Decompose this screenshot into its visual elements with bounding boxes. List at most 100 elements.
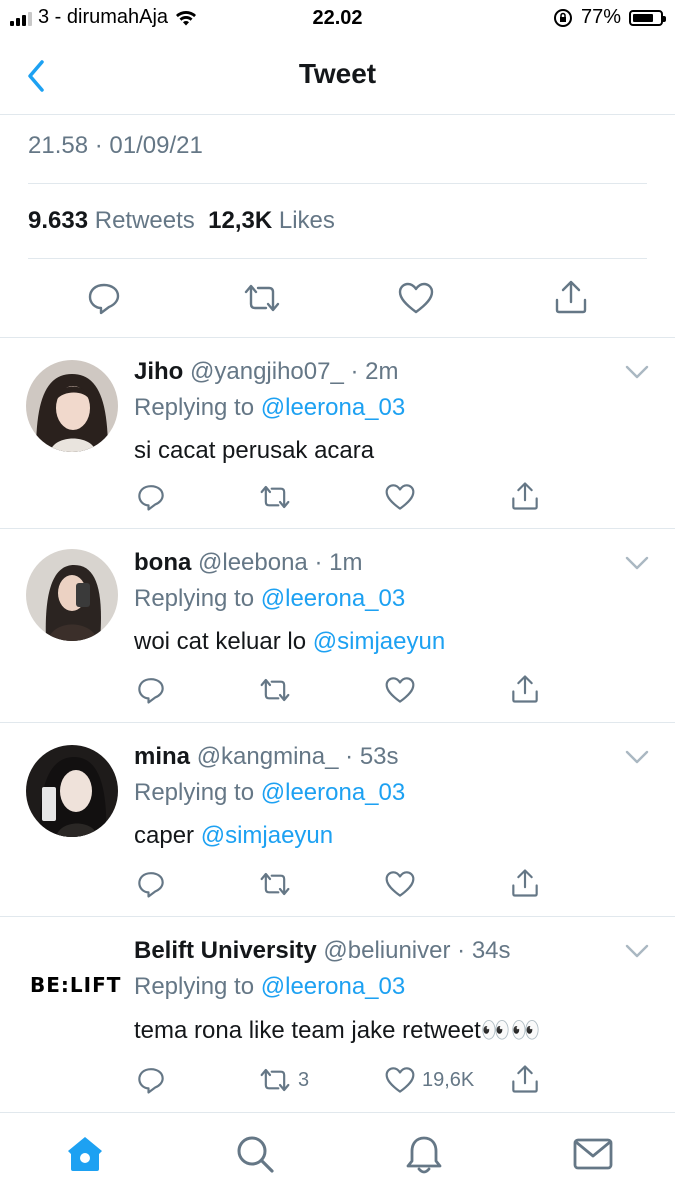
retweet-icon[interactable] <box>242 280 282 316</box>
retweet-label[interactable]: Retweets <box>95 207 195 234</box>
replying-label: Replying to <box>134 779 255 806</box>
separator: · <box>345 743 354 770</box>
like-icon[interactable] <box>384 869 416 899</box>
replying-mention[interactable]: @leerona_03 <box>261 973 405 1000</box>
chevron-down-icon[interactable] <box>625 364 649 380</box>
display-name[interactable]: mina <box>134 743 190 770</box>
share-action[interactable] <box>510 867 540 899</box>
time-ago: 1m <box>329 549 363 576</box>
like-icon[interactable] <box>384 675 416 705</box>
home-icon[interactable] <box>64 1133 106 1175</box>
reply-text-content: woi cat keluar lo <box>134 628 313 655</box>
reply-icon[interactable] <box>136 675 166 705</box>
retweet-action[interactable] <box>258 482 292 512</box>
display-name[interactable]: bona <box>134 549 191 576</box>
reply-action[interactable] <box>136 482 166 512</box>
body-mention[interactable]: @simjaeyun <box>201 822 333 849</box>
like-count: 19,6K <box>422 1068 475 1091</box>
avatar-photo <box>26 745 118 837</box>
retweet-count: 3 <box>298 1068 310 1091</box>
like-action[interactable]: 19,6K <box>384 1065 474 1095</box>
user-handle[interactable]: @leebona <box>198 549 308 576</box>
replying-label: Replying to <box>134 973 255 1000</box>
like-count[interactable]: 12,3K <box>208 207 272 234</box>
retweet-icon[interactable] <box>258 869 292 899</box>
belift-logo[interactable]: BE:LIFT <box>30 973 121 997</box>
replying-mention[interactable]: @leerona_03 <box>261 779 405 806</box>
nav-bar: Tweet <box>0 38 675 115</box>
share-action[interactable] <box>510 1063 540 1095</box>
replying-to: Replying to @leerona_03 <box>134 779 405 807</box>
reply-icon[interactable] <box>86 280 122 316</box>
replying-mention[interactable]: @leerona_03 <box>261 585 405 612</box>
avatar-photo <box>26 549 118 641</box>
time-ago: 34s <box>471 937 511 964</box>
reply-text: si cacat perusak acara <box>134 437 374 465</box>
retweet-count[interactable]: 9.633 <box>28 207 88 234</box>
retweet-action[interactable] <box>258 675 292 705</box>
avatar[interactable] <box>26 360 118 452</box>
battery-percent: 77% <box>580 6 621 28</box>
share-icon[interactable] <box>553 278 589 316</box>
search-icon[interactable] <box>234 1133 276 1175</box>
messages-icon[interactable] <box>572 1133 614 1175</box>
reply-action[interactable] <box>136 869 166 899</box>
chevron-down-icon[interactable] <box>625 555 649 571</box>
share-icon[interactable] <box>510 480 540 512</box>
display-name[interactable]: Jiho <box>134 358 183 385</box>
share-action[interactable] <box>510 480 540 512</box>
like-icon[interactable] <box>397 280 435 316</box>
replying-to: Replying to @leerona_03 <box>134 585 405 613</box>
separator: · <box>457 937 466 964</box>
time-ago: 2m <box>365 358 399 385</box>
body-mention[interactable]: @simjaeyun <box>313 628 445 655</box>
display-name[interactable]: Belift University <box>134 937 317 964</box>
avatar-photo <box>26 360 118 452</box>
like-icon[interactable] <box>384 482 416 512</box>
like-label[interactable]: Likes <box>279 207 335 234</box>
avatar[interactable] <box>26 549 118 641</box>
retweet-icon[interactable] <box>258 482 292 512</box>
tab-bar <box>0 1112 675 1201</box>
separator: · <box>350 358 359 385</box>
like-icon[interactable] <box>384 1065 416 1095</box>
user-handle[interactable]: @yangjiho07_ <box>190 358 344 385</box>
like-action[interactable] <box>384 869 416 899</box>
reply-row[interactable]: Jiho @yangjiho07_ · 2m Replying to @leer… <box>0 338 675 528</box>
reply-action[interactable] <box>136 1065 166 1095</box>
notifications-icon[interactable] <box>404 1133 444 1177</box>
reply-header: bona @leebona · 1m <box>134 549 362 577</box>
tweet-timestamp: 21.58 · 01/09/21 <box>28 132 203 159</box>
reply-row[interactable]: bona @leebona · 1m Replying to @leerona_… <box>0 529 675 722</box>
reply-header: Belift University @beliuniver · 34s <box>134 937 511 965</box>
reply-text: tema rona like team jake retweet👀👀 <box>134 1016 541 1045</box>
reply-header: mina @kangmina_ · 53s <box>134 743 399 771</box>
separator: · <box>314 549 323 576</box>
retweet-action[interactable]: 3 <box>258 1065 309 1095</box>
reply-row[interactable]: BE:LIFT Belift University @beliuniver · … <box>0 917 675 1111</box>
user-handle[interactable]: @beliuniver <box>323 937 450 964</box>
like-action[interactable] <box>384 482 416 512</box>
share-icon[interactable] <box>510 867 540 899</box>
retweet-icon[interactable] <box>258 1065 292 1095</box>
replying-mention[interactable]: @leerona_03 <box>261 394 405 421</box>
reply-icon[interactable] <box>136 1065 166 1095</box>
tweet-stats: 9.633 Retweets 12,3K Likes <box>28 207 335 235</box>
retweet-action[interactable] <box>258 869 292 899</box>
share-action[interactable] <box>510 673 540 705</box>
like-action[interactable] <box>384 675 416 705</box>
battery-icon <box>629 9 666 26</box>
reply-row[interactable]: mina @kangmina_ · 53s Replying to @leero… <box>0 723 675 916</box>
share-icon[interactable] <box>510 1063 540 1095</box>
avatar[interactable] <box>26 745 118 837</box>
chevron-down-icon[interactable] <box>625 749 649 765</box>
chevron-down-icon[interactable] <box>625 943 649 959</box>
reply-action[interactable] <box>136 675 166 705</box>
reply-icon[interactable] <box>136 482 166 512</box>
retweet-icon[interactable] <box>258 675 292 705</box>
reply-icon[interactable] <box>136 869 166 899</box>
share-icon[interactable] <box>510 673 540 705</box>
reply-header: Jiho @yangjiho07_ · 2m <box>134 358 399 386</box>
user-handle[interactable]: @kangmina_ <box>197 743 339 770</box>
tweet-actions <box>0 258 675 338</box>
